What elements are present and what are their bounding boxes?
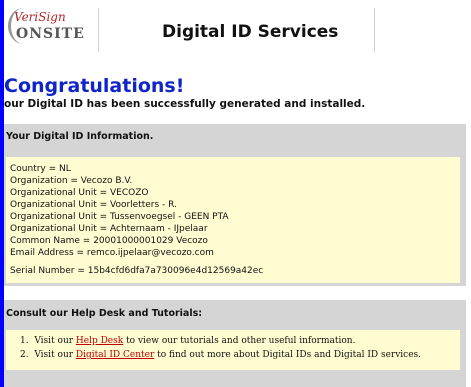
page: VeriSign ONSITE Digital ID Services Cong… [4, 0, 471, 387]
info-line: Organizational Unit = Tussenvoegsel - GE… [10, 212, 229, 222]
serial-number: Serial Number = 15b4cfd6dfa7a730096e4d12… [10, 266, 264, 276]
page-title: Digital ID Services [162, 22, 339, 42]
info-line: Organizational Unit = Voorletters - R. [10, 200, 177, 210]
digital-id-center-link[interactable]: Digital ID Center [76, 350, 154, 360]
header-divider [98, 8, 99, 52]
help-item-text: to view our tutorials and other useful i… [123, 336, 356, 346]
success-message: our Digital ID has been successfully gen… [4, 98, 366, 110]
help-heading: Consult our Help Desk and Tutorials: [6, 308, 203, 319]
help-desk-link[interactable]: Help Desk [76, 336, 123, 346]
info-line: Country = NL [10, 164, 71, 174]
logo-verisign-text: VeriSign [14, 10, 66, 24]
congratulations-heading: Congratulations! [4, 75, 185, 97]
digital-id-info-section: Your Digital ID Information. Country = N… [4, 124, 466, 286]
header-divider [374, 8, 375, 52]
info-line: Organization = Vecozo B.V. [10, 176, 133, 186]
info-line: Email Address = remco.ijpelaar@vecozo.co… [10, 248, 214, 258]
help-item-text: Visit our [34, 336, 76, 346]
help-item-text: Visit our [34, 350, 76, 360]
help-item: 1. Visit our Help Desk to view our tutor… [20, 336, 355, 346]
logo-onsite-text: ONSITE [16, 26, 85, 42]
info-line: Common Name = 20001000001029 Vecozo [10, 236, 208, 246]
help-item-text: to find out more about Digital IDs and D… [154, 350, 422, 360]
help-item-number: 1. [20, 336, 29, 346]
help-section: Consult our Help Desk and Tutorials: 1. … [4, 300, 466, 387]
help-item-number: 2. [20, 350, 29, 360]
info-line: Organizational Unit = VECOZO [10, 188, 149, 198]
header: VeriSign ONSITE Digital ID Services [4, 0, 471, 60]
verisign-onsite-logo: VeriSign ONSITE [6, 6, 86, 56]
help-item: 2. Visit our Digital ID Center to find o… [20, 350, 421, 360]
info-box: Country = NL Organization = Vecozo B.V. … [6, 157, 460, 283]
info-line: Organizational Unit = Achternaam - IJpel… [10, 224, 208, 234]
info-heading: Your Digital ID Information. [6, 131, 154, 142]
help-box: 1. Visit our Help Desk to view our tutor… [6, 330, 460, 370]
